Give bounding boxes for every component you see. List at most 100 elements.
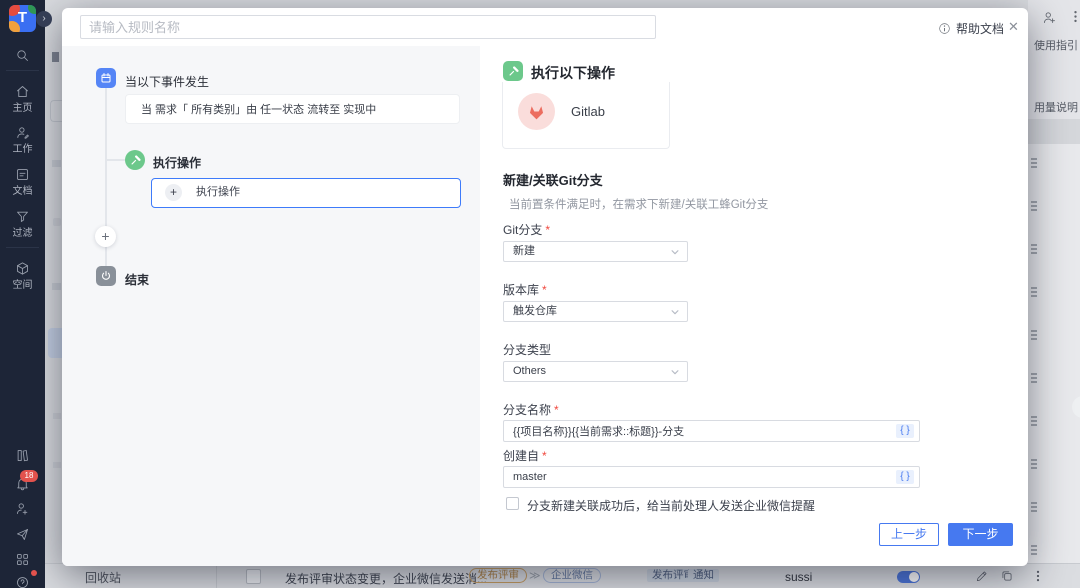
branch-type-value: Others [513, 365, 546, 377]
workflow-connector [107, 159, 125, 161]
search-icon[interactable] [15, 48, 30, 63]
close-icon[interactable]: ✕ [1008, 19, 1019, 35]
sidebar-item-work[interactable]: 工作 [0, 140, 45, 155]
bg-usage-panel: 使用指引 用量说明 [1028, 0, 1080, 588]
invite-member-icon[interactable] [1042, 10, 1057, 25]
required-mark: * [542, 283, 547, 297]
document-icon[interactable] [15, 167, 30, 182]
branch-type-label: 分支类型 [503, 341, 551, 358]
work-icon[interactable] [15, 125, 30, 140]
rule-name[interactable]: 发布评审状态变更，企业微信发送消... [285, 570, 487, 587]
sidebar-item-space[interactable]: 空间 [0, 276, 45, 291]
branch-type-select[interactable]: Others [503, 361, 688, 382]
insert-step-button[interactable]: + [95, 226, 116, 247]
variable-picker-button[interactable]: { } [896, 470, 914, 484]
bg-fragment [52, 283, 61, 290]
bg-fragment [53, 218, 61, 226]
gitlab-app-card[interactable]: Gitlab [502, 82, 670, 149]
create-from-input[interactable] [503, 466, 920, 488]
bg-table-row [1028, 359, 1080, 403]
bg-fragment [52, 52, 59, 62]
help-doc-label: 帮助文档 [956, 20, 1004, 37]
trigger-title: 当以下事件发生 [125, 73, 209, 90]
branch-name-input[interactable] [503, 420, 920, 442]
panel-title: 执行以下操作 [531, 63, 615, 83]
repo-select[interactable]: 触发仓库 [503, 301, 688, 322]
bg-table-row [1028, 488, 1080, 532]
recycle-bin-link[interactable]: 回收站 [85, 569, 121, 586]
end-label: 结束 [125, 271, 149, 288]
trigger-condition-card[interactable]: 当 需求「 所有类别」由 任一状态 流转至 实现中 [125, 94, 460, 124]
apps-grid-icon[interactable] [15, 552, 30, 567]
bg-fragment [53, 413, 61, 419]
create-from-label: 创建自* [503, 447, 547, 464]
bg-table-row [1028, 144, 1080, 188]
chevron-down-icon [670, 367, 680, 377]
divider [6, 70, 39, 71]
filter-icon[interactable] [15, 209, 30, 224]
help-alert-dot [31, 570, 37, 576]
git-branch-value: 新建 [513, 245, 535, 257]
invite-icon[interactable] [15, 501, 30, 516]
branch-name-label: 分支名称* [503, 401, 559, 418]
logo-letter: T [9, 9, 36, 26]
section-title: 新建/关联Git分支 [503, 170, 603, 189]
bg-fragment [52, 160, 61, 167]
sidebar-item-home[interactable]: 主页 [0, 99, 45, 114]
bg-bottom-bar: 回收站 发布评审状态变更，企业微信发送消... 发布评审 ≫ 企业微信 发布评审… [45, 563, 1080, 588]
repo-label: 版本库* [503, 281, 547, 298]
bg-table-row [1028, 230, 1080, 274]
app-sidebar: T 主页 工作 文档 过滤 空间 1 [0, 0, 45, 588]
divider [6, 247, 39, 248]
app-window: 使用指引 用量说明 回收站 发布评审状态变更，企业微信发送消... 发布评审 ≫… [0, 0, 1080, 588]
divider [216, 564, 217, 588]
repo-value: 触发仓库 [513, 305, 557, 317]
usage-column-header: 用量说明 [1034, 99, 1078, 115]
sidebar-collapse-button[interactable]: › [36, 11, 52, 27]
bg-table-header [1028, 119, 1080, 144]
add-action-card[interactable]: + 执行操作 [151, 178, 461, 208]
help-icon[interactable] [15, 575, 30, 588]
rule-enabled-toggle[interactable] [897, 571, 920, 583]
gitlab-logo-circle [518, 93, 555, 130]
trigger-tag: 发布评审 [469, 568, 527, 583]
more-options-icon[interactable] [1068, 9, 1080, 24]
add-action-label: 执行操作 [196, 179, 240, 206]
required-mark: * [554, 403, 559, 417]
home-icon[interactable] [15, 84, 30, 99]
space-icon[interactable] [15, 261, 30, 276]
sidebar-item-docs[interactable]: 文档 [0, 182, 45, 197]
plus-icon: + [165, 184, 182, 201]
rule-owner: sussi [785, 570, 812, 584]
prev-step-button[interactable]: 上一步 [879, 523, 939, 546]
bg-table-row [1028, 445, 1080, 489]
rule-name-input[interactable] [80, 15, 656, 39]
teambition-logo[interactable]: T [9, 5, 36, 32]
bg-fragment [53, 462, 61, 468]
more-actions-icon[interactable] [1031, 569, 1045, 583]
variable-picker-button[interactable]: { } [896, 424, 914, 438]
next-step-button[interactable]: 下一步 [948, 523, 1013, 546]
action-tag: 企业微信 [543, 568, 601, 583]
trigger-calendar-icon [96, 68, 116, 88]
action-group-icon [125, 150, 145, 170]
automation-rule-modal: 帮助文档 ✕ 当以下事件发生 当 需求「 所有类别」由 任一状态 流转至 实现中… [62, 8, 1028, 566]
send-icon[interactable] [15, 527, 30, 542]
section-description: 当前置条件满足时，在需求下新建/关联工蜂Git分支 [509, 196, 768, 212]
git-branch-select[interactable]: 新建 [503, 241, 688, 262]
edit-icon[interactable] [975, 569, 989, 583]
sidebar-item-filter[interactable]: 过滤 [0, 224, 45, 239]
bg-selected-item-fragment [48, 328, 62, 358]
bg-table-row [1028, 187, 1080, 231]
notify-checkbox-label: 分支新建关联成功后，给当前处理人发送企业微信提醒 [527, 497, 815, 514]
required-mark: * [542, 449, 547, 463]
library-icon[interactable] [15, 448, 30, 463]
panel-action-icon [503, 61, 523, 81]
required-mark: * [545, 223, 550, 237]
help-doc-link[interactable]: 帮助文档 [938, 20, 1004, 37]
notify-checkbox[interactable] [506, 497, 519, 510]
usage-guide-link[interactable]: 使用指引 [1034, 37, 1078, 53]
copy-icon[interactable] [1000, 569, 1014, 583]
info-icon [938, 22, 951, 35]
rule-row-checkbox[interactable] [246, 569, 261, 584]
